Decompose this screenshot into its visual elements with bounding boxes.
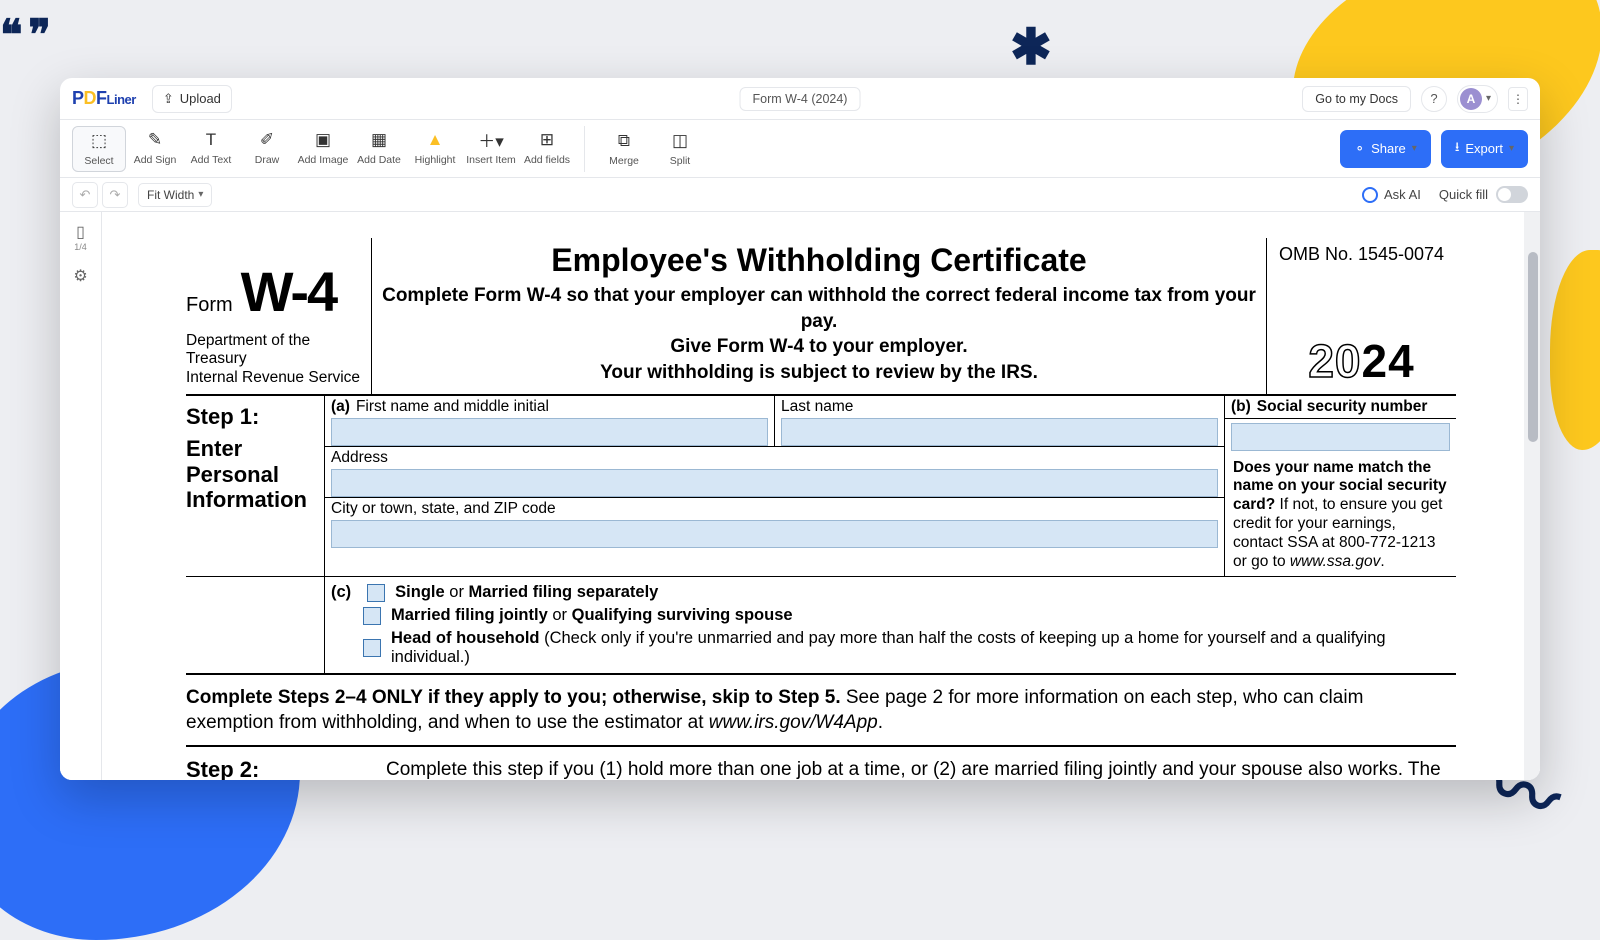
form-title-block: Employee's Withholding Certificate Compl… — [372, 238, 1266, 394]
bg-blob-yellow-mid — [1550, 250, 1600, 450]
quick-fill-toggle[interactable] — [1496, 186, 1528, 203]
add-sign-tool[interactable]: ✎ Add Sign — [128, 126, 182, 172]
signature-icon: ✎ — [148, 130, 162, 150]
step2-label: Step 2: Multiple Jobs or Spouse — [186, 757, 386, 780]
upload-button[interactable]: ⇪ Upload — [152, 85, 232, 113]
header-bar: PDFLiner ⇪ Upload Form W-4 (2024) Go to … — [60, 78, 1540, 120]
share-icon: ⚬ — [1354, 141, 1365, 157]
draw-tool[interactable]: ✐ Draw — [240, 126, 294, 172]
bg-splat-top: ✱ — [1010, 18, 1052, 76]
split-tool[interactable]: ◫ Split — [653, 127, 707, 171]
pencil-icon: ✐ — [260, 130, 274, 150]
filing-status-mfj-checkbox[interactable] — [363, 607, 381, 625]
document-canvas[interactable]: Form W-4 Department of the Treasury Inte… — [102, 212, 1540, 780]
scrollbar-thumb[interactable] — [1528, 252, 1538, 442]
export-button[interactable]: ⭳ Export ▾ — [1441, 130, 1528, 168]
ask-ai-button[interactable]: Ask AI — [1362, 187, 1421, 203]
zoom-select[interactable]: Fit Width ▾ — [138, 183, 212, 207]
filing-status-hoh-checkbox[interactable] — [363, 639, 381, 657]
add-date-tool[interactable]: ▦ Add Date — [352, 126, 406, 172]
last-name-field[interactable] — [781, 418, 1218, 446]
go-to-my-docs-button[interactable]: Go to my Docs — [1302, 86, 1411, 112]
step1-label: Step 1: Enter Personal Information — [186, 396, 324, 576]
vertical-scrollbar[interactable] — [1524, 212, 1540, 780]
add-image-tool[interactable]: ▣ Add Image — [296, 126, 350, 172]
left-rail: ▯ 1/4 ⚙ — [60, 212, 102, 780]
chevron-down-icon: ▾ — [1412, 143, 1417, 154]
app-logo: PDFLiner — [72, 88, 136, 109]
settings-button[interactable]: ⚙ — [73, 266, 87, 286]
quick-fill-toggle-group: Quick fill — [1439, 186, 1528, 203]
workspace: ▯ 1/4 ⚙ Form W-4 Department of the Treas… — [60, 212, 1540, 780]
toolbar: ⬚ Select ✎ Add Sign T Add Text ✐ Draw ▣ … — [60, 120, 1540, 178]
upload-icon: ⇪ — [163, 91, 174, 107]
first-name-field[interactable] — [331, 418, 768, 446]
highlighter-icon: ▲ — [427, 130, 444, 150]
calendar-icon: ▦ — [371, 130, 387, 150]
select-tool[interactable]: ⬚ Select — [72, 126, 126, 172]
merge-tool[interactable]: ⧉ Merge — [597, 127, 651, 171]
steps-2-4-note: Complete Steps 2–4 ONLY if they apply to… — [186, 675, 1456, 747]
chevron-down-icon: ▾ — [1509, 143, 1514, 154]
fields-icon: ⊞ — [540, 130, 554, 150]
app-window: PDFLiner ⇪ Upload Form W-4 (2024) Go to … — [60, 78, 1540, 780]
more-menu-button[interactable]: ⋮ — [1508, 87, 1528, 111]
account-menu[interactable]: A ▾ — [1457, 85, 1498, 113]
page-thumbnails-button[interactable]: ▯ 1/4 — [74, 222, 87, 252]
undo-button[interactable]: ↶ — [72, 182, 98, 208]
filing-status-single-checkbox[interactable] — [367, 584, 385, 602]
document-title[interactable]: Form W-4 (2024) — [740, 87, 861, 111]
form-page: Form W-4 Department of the Treasury Inte… — [102, 212, 1540, 780]
page-indicator: 1/4 — [74, 242, 87, 252]
ai-circle-icon — [1362, 187, 1378, 203]
upload-label: Upload — [180, 91, 221, 106]
address-field[interactable] — [331, 469, 1218, 497]
ssn-field[interactable] — [1231, 423, 1450, 451]
chevron-down-icon: ▾ — [1486, 93, 1491, 104]
insert-item-tool[interactable]: ＋▾ Insert Item — [464, 126, 518, 172]
sub-toolbar: ↶ ↷ Fit Width ▾ Ask AI Quick fill — [60, 178, 1540, 212]
form-id-block: Form W-4 Department of the Treasury Inte… — [186, 238, 372, 394]
gear-icon: ⚙ — [73, 266, 87, 286]
image-icon: ▣ — [315, 130, 331, 150]
text-icon: T — [206, 130, 216, 150]
page-icon: ▯ — [76, 222, 85, 242]
help-button[interactable]: ? — [1421, 86, 1447, 112]
merge-icon: ⧉ — [618, 131, 630, 151]
form-year-block: OMB No. 1545-0074 2024 — [1266, 238, 1456, 394]
city-field[interactable] — [331, 520, 1218, 548]
cursor-icon: ⬚ — [91, 131, 107, 151]
avatar: A — [1460, 88, 1482, 110]
highlight-tool[interactable]: ▲ Highlight — [408, 126, 462, 172]
redo-button[interactable]: ↷ — [102, 182, 128, 208]
bg-dots-top-left: ❝ ❞ — [0, 10, 48, 59]
plus-icon: ＋▾ — [478, 130, 504, 150]
name-match-note: Does your name match the name on your so… — [1225, 455, 1456, 576]
share-button[interactable]: ⚬ Share ▾ — [1340, 130, 1431, 168]
add-fields-tool[interactable]: ⊞ Add fields — [520, 126, 574, 172]
chevron-down-icon: ▾ — [198, 189, 203, 200]
add-text-tool[interactable]: T Add Text — [184, 126, 238, 172]
split-icon: ◫ — [672, 131, 688, 151]
download-icon: ⭳ — [1455, 138, 1460, 160]
step2-text: Complete this step if you (1) hold more … — [386, 757, 1456, 780]
